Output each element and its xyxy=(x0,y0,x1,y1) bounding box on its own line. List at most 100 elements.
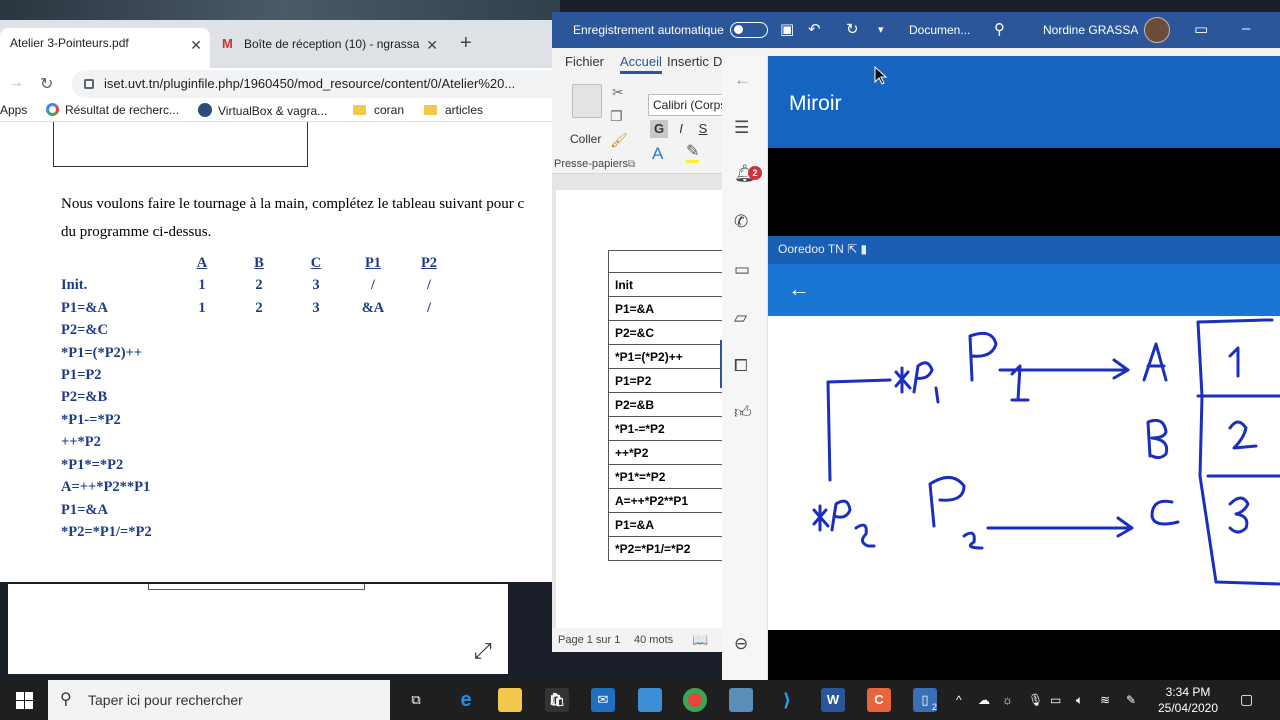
customize-toolbar-icon[interactable]: ▾ xyxy=(878,23,884,36)
bookmark-search-result[interactable]: Résultat de recherc... xyxy=(46,103,179,117)
tab-pdf[interactable]: Atelier 3-Pointeurs.pdf ✕ xyxy=(0,28,210,68)
forward-arrow-icon[interactable]: → xyxy=(8,74,24,92)
pdf-row-label: P2=&C xyxy=(61,322,108,338)
store-icon[interactable]: 🛍︎ xyxy=(545,688,569,712)
paste-icon[interactable] xyxy=(572,84,602,118)
table-cell[interactable]: *P1=(*P2)++ xyxy=(608,344,723,369)
virtualbox-icon[interactable] xyxy=(638,688,662,712)
bold-button[interactable]: G xyxy=(650,120,668,138)
onedrive-icon[interactable]: ☁ xyxy=(978,693,990,707)
message-icon[interactable]: ▭ xyxy=(734,260,750,280)
table-cell[interactable]: P2=&B xyxy=(608,392,723,417)
redo-icon[interactable]: ↻ xyxy=(846,20,859,38)
handwritten-diagram xyxy=(812,318,1280,586)
ink-stroke xyxy=(1142,342,1168,382)
minus-circle-icon[interactable]: ⊖ xyxy=(734,634,748,654)
format-painter-icon[interactable]: 🖌 xyxy=(610,132,628,149)
table-cell[interactable]: P1=P2 xyxy=(608,368,723,393)
cast-icon[interactable]: ⧠ xyxy=(734,356,748,376)
clock-time: 3:34 PM xyxy=(1165,685,1211,699)
tab-accueil[interactable]: Accueil xyxy=(620,54,662,74)
taskbar-search-field[interactable]: ⚲ Taper ici pour rechercher xyxy=(48,680,390,720)
table-cell[interactable]: A=++*P2**P1 xyxy=(608,488,723,513)
underline-button[interactable]: S xyxy=(694,120,712,138)
notification-badge: 2 xyxy=(748,166,762,180)
bookmark-coran[interactable]: coran xyxy=(353,103,404,117)
drawing-canvas[interactable] xyxy=(768,316,1280,630)
url-field[interactable]: iset.uvt.tn/pluginfile.php/1960450/mod_r… xyxy=(72,70,552,98)
notifications-icon[interactable]: ▢ xyxy=(1240,691,1253,708)
table-cell[interactable]: P1=&A xyxy=(608,512,723,537)
pdf-row-label: P1=&A xyxy=(61,300,108,316)
ribbon-display-icon[interactable]: ▭ xyxy=(1194,20,1208,38)
file-explorer-icon[interactable] xyxy=(498,688,522,712)
new-tab-icon[interactable]: + xyxy=(460,32,472,55)
cut-icon[interactable]: ✂ xyxy=(612,84,624,101)
tab-insertion[interactable]: Insertic xyxy=(667,54,709,69)
tab-fichier[interactable]: Fichier xyxy=(565,54,604,69)
back-icon[interactable]: ← xyxy=(734,70,751,90)
tab-design[interactable]: D xyxy=(713,54,722,69)
show-hidden-icons-icon[interactable]: ^ xyxy=(956,693,962,707)
menu-icon[interactable]: ☰ xyxy=(734,118,749,138)
vscode-icon[interactable]: ⟩ xyxy=(775,688,799,712)
document-area: Init P1=&A P2=&C *P1=(*P2)++ P1=P2 P2=&B… xyxy=(552,174,723,634)
table-cell[interactable]: *P2=*P1/=*P2 xyxy=(608,536,723,561)
table-cell[interactable]: ++*P2 xyxy=(608,440,723,465)
wifi-icon[interactable]: ≋ xyxy=(1100,693,1110,707)
photos-icon[interactable] xyxy=(729,688,753,712)
bookmark-articles[interactable]: articles xyxy=(424,103,483,117)
edge-icon[interactable]: e xyxy=(454,688,478,712)
dialog-launcher-icon[interactable]: ⧉ xyxy=(628,159,635,170)
table-cell[interactable]: P2=&C xyxy=(608,320,723,345)
search-icon: ⚲ xyxy=(60,691,72,708)
phone-icon[interactable]: ✆ xyxy=(734,212,748,232)
close-tab-icon[interactable]: ✕ xyxy=(426,37,438,54)
ink-stroke xyxy=(812,504,830,532)
clock[interactable]: 3:34 PM 25/04/2020 xyxy=(1148,684,1228,716)
back-arrow-icon[interactable]: ← xyxy=(788,276,810,302)
camtasia-icon[interactable]: C xyxy=(867,688,891,712)
bookmark-virtualbox[interactable]: VirtualBox & vagra... xyxy=(198,103,327,118)
microphone-icon[interactable]: 🎙︎ xyxy=(1028,693,1043,707)
bookmark-apps[interactable]: Apps xyxy=(0,103,27,117)
battery-icon[interactable]: ▭ xyxy=(1050,693,1061,707)
word-title-bar: Enregistrement automatique ▣ ↶ ↻ ▾ Docum… xyxy=(552,12,1280,48)
font-name-field[interactable]: Calibri (Corps xyxy=(648,94,728,116)
autosave-toggle[interactable] xyxy=(730,22,768,38)
pen-icon[interactable]: ✎ xyxy=(1126,693,1136,707)
table-cell[interactable]: *P1-=*P2 xyxy=(608,416,723,441)
table-cell[interactable] xyxy=(608,250,723,273)
read-mode-icon[interactable]: 📖 xyxy=(692,632,708,648)
table-cell[interactable]: P1=&A xyxy=(608,296,723,321)
pdf-viewer[interactable]: Nous voulons faire le tournage à la main… xyxy=(0,122,552,572)
text-effects-icon[interactable]: A xyxy=(652,144,663,164)
chrome-icon[interactable] xyxy=(683,688,707,712)
thumbs-up-icon[interactable]: 👍︎ xyxy=(734,402,752,423)
url-text: iset.uvt.tn/pluginfile.php/1960450/mod_r… xyxy=(104,76,516,91)
folder-icon[interactable]: ▱ xyxy=(734,308,747,328)
avatar[interactable] xyxy=(1144,17,1170,43)
highlight-icon[interactable]: ✎ xyxy=(686,144,700,163)
reload-icon[interactable]: ↻ xyxy=(40,74,53,94)
carrier-label: Ooredoo TN ⇱ ▮ xyxy=(778,242,868,256)
undo-icon[interactable]: ↶ xyxy=(808,20,821,38)
volume-icon[interactable]: 🔈︎ xyxy=(1076,693,1083,708)
phone-screen-bottom xyxy=(768,630,1280,680)
search-icon[interactable]: ⚲ xyxy=(994,20,1005,38)
italic-button[interactable]: I xyxy=(672,120,690,138)
minimize-icon[interactable]: – xyxy=(1242,20,1250,37)
expand-icon[interactable]: ⤢ xyxy=(474,638,492,664)
tab-gmail[interactable]: M Boîte de réception (10) - ngrassa ✕ xyxy=(212,28,446,68)
close-tab-icon[interactable]: ✕ xyxy=(190,37,202,54)
save-icon[interactable]: ▣ xyxy=(780,20,794,38)
word-icon[interactable]: W xyxy=(821,688,845,712)
task-view-icon[interactable]: ⧉ xyxy=(404,688,428,712)
copy-icon[interactable]: ❐ xyxy=(610,108,623,125)
weather-icon[interactable]: ☼ xyxy=(1002,693,1013,707)
table-cell[interactable]: *P1*=*P2 xyxy=(608,464,723,489)
user-name: Nordine GRASSA xyxy=(1043,23,1139,37)
mail-icon[interactable]: ✉ xyxy=(591,688,615,712)
table-cell[interactable]: Init xyxy=(608,272,723,297)
pdf-col-header: C xyxy=(310,255,322,271)
